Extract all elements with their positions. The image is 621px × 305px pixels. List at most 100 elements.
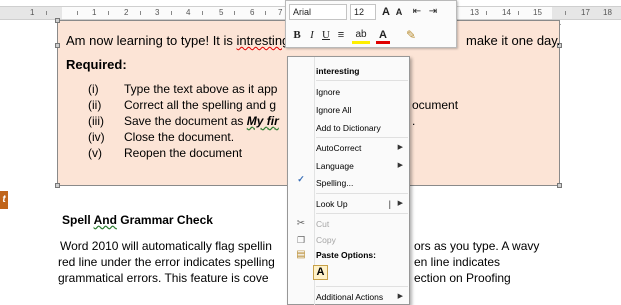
line1-text: Am now learning to type! It is [66, 33, 237, 48]
heading-part: Spell [62, 213, 94, 227]
mini-toolbar: Arial 12 A A ⇤ ⇥ B I U ≡ ab A ✎ [285, 0, 457, 48]
scissors-icon: ✂ [296, 218, 306, 229]
list-number: (v) [88, 146, 102, 160]
menu-separator [316, 286, 408, 287]
grow-font-button[interactable]: A [380, 3, 392, 21]
ruler-number: 1 [30, 8, 35, 17]
increase-indent-icon[interactable]: ⇥ [426, 3, 440, 21]
list-item-text: Save the document as My fir [124, 114, 279, 129]
ruler-number: 6 [250, 8, 255, 17]
menu-item-ignore-all[interactable]: Ignore All [316, 104, 351, 116]
body-line-1-tail: make it one day. [466, 33, 561, 48]
submenu-arrow-icon: ▶ [397, 293, 403, 300]
ruler-number: 15 [533, 8, 542, 17]
heading-part: Grammar Check [116, 213, 213, 227]
menu-item-additional-actions[interactable]: Additional Actions [316, 291, 383, 303]
list-number: (i) [88, 82, 99, 96]
paragraph-line: red line under the error indicates spell… [58, 255, 275, 269]
ruler-tick [565, 11, 566, 15]
paragraph-line: grammatical errors. This feature is cove [58, 271, 269, 285]
clipboard-icon: ▤ [296, 249, 306, 260]
decrease-indent-icon[interactable]: ⇤ [410, 3, 424, 21]
list-item-tail: . [412, 114, 416, 128]
ruler-number: 5 [219, 8, 224, 17]
list-item-text: Close the document. [124, 130, 235, 144]
filename-italic: My fir [246, 114, 279, 128]
submenu-arrow-icon: ▶ [397, 200, 403, 207]
split-divider: | [388, 199, 391, 209]
spelling-context-menu: interesting Ignore Ignore All Add to Dic… [287, 56, 410, 305]
list-item-text: Reopen the document [124, 146, 243, 160]
font-name-dropdown[interactable]: Arial [289, 4, 347, 20]
ruler-number: 14 [502, 8, 511, 17]
submenu-arrow-icon: ▶ [397, 162, 403, 169]
ruler-tick [518, 11, 519, 15]
format-painter-icon[interactable]: ✎ [404, 26, 418, 44]
ruler-tick [171, 11, 172, 15]
spelling-check-icon: ✓ [297, 174, 305, 184]
ruler-tick [46, 11, 47, 15]
ruler-number: 4 [186, 8, 191, 17]
ruler-tick [265, 11, 266, 15]
ruler-tick [108, 11, 109, 15]
list-item-tail: ocument [412, 98, 459, 112]
paragraph-line-tail: ors as you type. A wavy [414, 239, 540, 253]
underline-button[interactable]: U [320, 26, 332, 44]
list-item-text: Type the text above as it app [124, 82, 278, 96]
menu-item-spelling[interactable]: Spelling... [316, 177, 353, 189]
ruler-number: 17 [581, 8, 590, 17]
ruler-number: 2 [124, 8, 129, 17]
paste-keep-text-only-button[interactable]: A [313, 265, 328, 280]
ruler-tick [234, 11, 235, 15]
bold-button[interactable]: B [291, 26, 303, 44]
menu-item-look-up[interactable]: Look Up [316, 198, 348, 210]
menu-item-add-to-dictionary[interactable]: Add to Dictionary [316, 122, 381, 134]
menu-item-autocorrect[interactable]: AutoCorrect [316, 142, 361, 154]
menu-separator [316, 137, 408, 138]
paste-options-label: Paste Options: [316, 250, 376, 260]
paragraph-line-tail: ection on Proofing [414, 271, 511, 285]
ruler-number: 13 [470, 8, 479, 17]
ruler-tick [486, 11, 487, 15]
menu-separator [316, 213, 408, 214]
ruler-number: 1 [92, 8, 97, 17]
menu-separator [316, 80, 408, 81]
ruler-tick [140, 11, 141, 15]
copy-icon: ❐ [296, 235, 306, 245]
resize-handle[interactable] [55, 183, 60, 188]
ruler-tick [77, 11, 78, 15]
menu-item-ignore[interactable]: Ignore [316, 86, 340, 98]
word-document-window: 1 1 2 3 4 5 6 7 13 14 15 17 18 Am now le [0, 0, 621, 305]
list-number: (iv) [88, 130, 105, 144]
highlight-color-icon[interactable]: ab [352, 26, 370, 44]
resize-handle[interactable] [557, 183, 562, 188]
ruler-number: 3 [155, 8, 160, 17]
paragraph-line: Word 2010 will automatically flag spelli… [60, 239, 272, 253]
submenu-arrow-icon: ▶ [397, 144, 403, 151]
ruler-number: 7 [278, 8, 283, 17]
menu-item-language[interactable]: Language [316, 160, 354, 172]
menu-item-cut: Cut [316, 219, 330, 229]
menu-item-copy: Copy [316, 235, 336, 245]
resize-handle[interactable] [55, 18, 60, 23]
menu-item-suggestion[interactable]: interesting [316, 65, 359, 77]
list-item-text: Correct all the spelling and g [124, 98, 277, 112]
font-color-button[interactable]: A [376, 26, 390, 44]
sidebar-tag-icon: t [0, 191, 8, 209]
resize-handle[interactable] [55, 43, 60, 48]
list-number: (iii) [88, 114, 104, 128]
list-item-text-part: Save the document as [124, 114, 247, 128]
font-size-dropdown[interactable]: 12 [350, 4, 376, 20]
menu-separator [316, 193, 408, 194]
shrink-font-button[interactable]: A [394, 3, 404, 21]
paragraph-line-tail: en line indicates [414, 255, 501, 269]
body-line-1[interactable]: Am now learning to type! It is intrestin… [66, 33, 289, 49]
list-number: (ii) [88, 98, 102, 112]
misspelled-word[interactable]: intresting [237, 33, 290, 48]
section-heading: Spell And Grammar Check [62, 212, 213, 228]
required-heading: Required: [66, 57, 127, 72]
center-align-icon[interactable]: ≡ [334, 26, 348, 44]
italic-button[interactable]: I [306, 26, 318, 44]
heading-grammar-word: And [93, 213, 117, 227]
ruler-tick [202, 11, 203, 15]
